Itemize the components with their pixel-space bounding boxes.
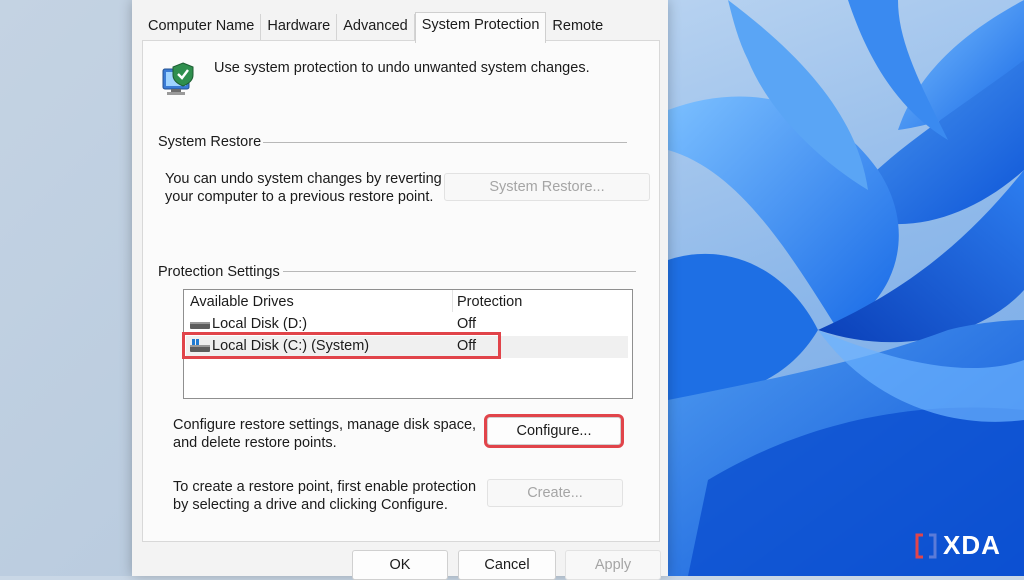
xda-logo: XDA <box>915 530 1001 561</box>
xda-logo-text: XDA <box>943 530 1001 560</box>
drive-name: Local Disk (C:) (System) <box>212 338 370 354</box>
drive-row-c-system[interactable]: Local Disk (C:) (System) Off <box>182 332 628 359</box>
create-description-2: by selecting a drive and clicking Config… <box>173 497 448 513</box>
configure-description-2: and delete restore points. <box>173 435 337 451</box>
drives-listbox[interactable]: Available Drives Protection Local Disk (… <box>182 289 633 399</box>
system-protection-panel: Use system protection to undo unwanted s… <box>142 40 660 542</box>
xda-bracket-icon <box>915 533 937 558</box>
tab-computer-name[interactable]: Computer Name <box>142 14 262 41</box>
create-button[interactable]: Create... <box>487 479 623 507</box>
drive-protection-status: Off <box>457 338 477 354</box>
tab-system-protection[interactable]: System Protection <box>414 12 547 43</box>
system-restore-group-label: System Restore <box>158 134 262 150</box>
system-restore-description-1: You can undo system changes by reverting <box>165 171 442 187</box>
drive-protection-status: Off <box>457 316 477 332</box>
protection-settings-group-line <box>283 271 636 272</box>
system-restore-description-2: your computer to a previous restore poin… <box>165 189 434 205</box>
configure-description-1: Configure restore settings, manage disk … <box>173 417 477 433</box>
wallpaper-bloom-art <box>668 0 1024 576</box>
drive-row-d[interactable]: Local Disk (D:) Off <box>186 314 628 336</box>
tab-hardware[interactable]: Hardware <box>261 14 338 41</box>
column-protection[interactable]: Protection <box>457 294 522 310</box>
system-drive-icon <box>190 339 210 352</box>
system-restore-button[interactable]: System Restore... <box>444 173 650 201</box>
column-available-drives[interactable]: Available Drives <box>190 294 294 310</box>
tab-remote[interactable]: Remote <box>546 14 609 41</box>
column-divider <box>452 290 453 312</box>
drive-icon <box>190 322 210 329</box>
system-properties-dialog: Computer Name Hardware Advanced System P… <box>132 0 668 580</box>
system-protection-icon <box>162 62 194 95</box>
tab-advanced[interactable]: Advanced <box>337 14 415 41</box>
create-description-1: To create a restore point, first enable … <box>173 479 477 495</box>
wallpaper-bloom <box>668 0 1024 576</box>
system-restore-group-line <box>263 142 627 143</box>
protection-settings-group-label: Protection Settings <box>158 264 280 280</box>
configure-button[interactable]: Configure... <box>484 414 624 448</box>
drive-name: Local Disk (D:) <box>212 316 308 332</box>
header-description: Use system protection to undo unwanted s… <box>214 60 590 76</box>
tab-strip: Computer Name Hardware Advanced System P… <box>142 12 609 43</box>
